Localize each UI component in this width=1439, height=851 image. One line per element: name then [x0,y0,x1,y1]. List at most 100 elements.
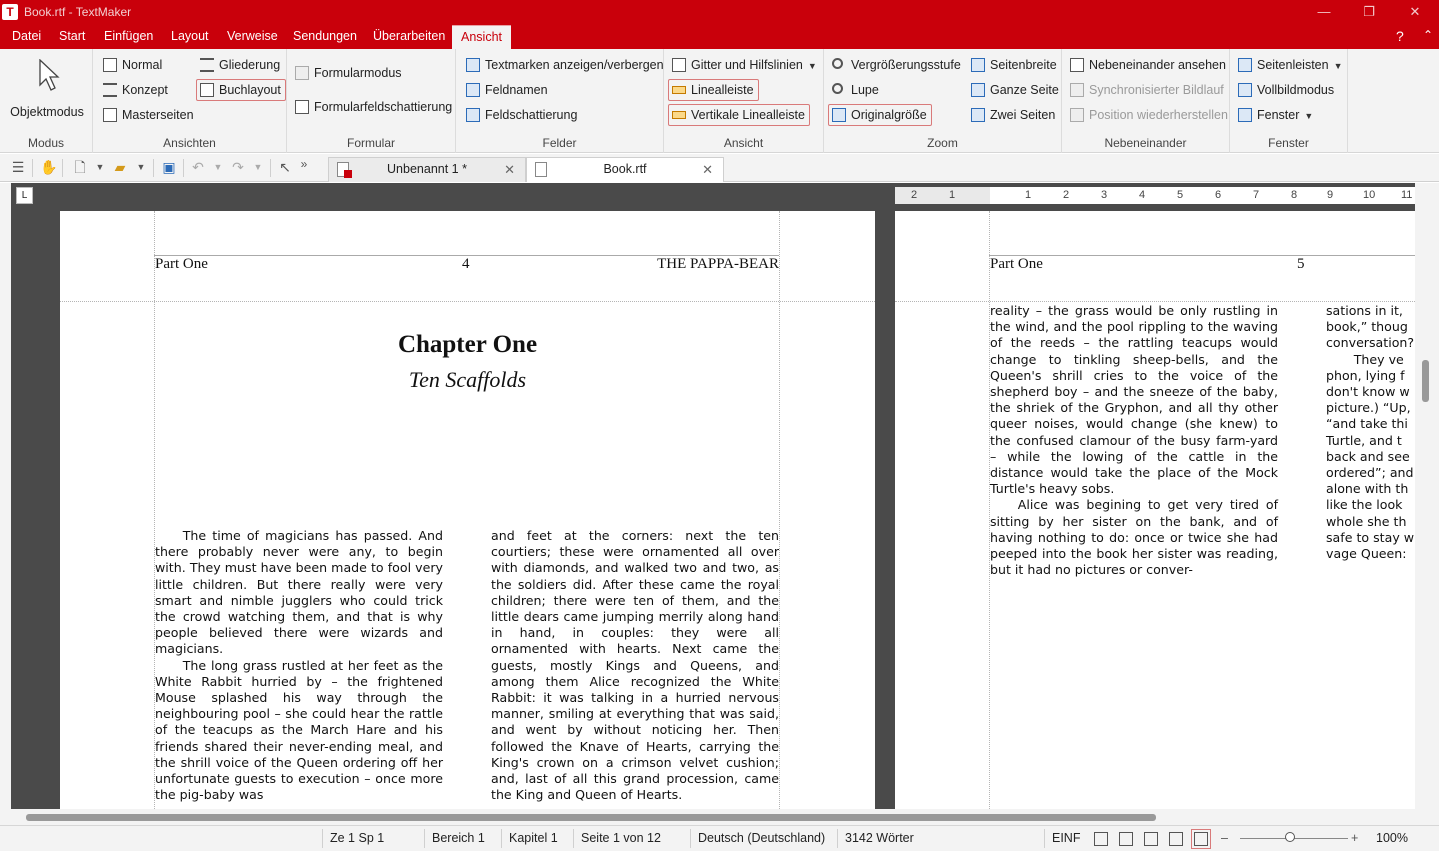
lupe-button[interactable]: Lupe [828,79,884,101]
page-left[interactable]: Part One 4 THE PAPPA-BEAR Chapter One Te… [60,211,875,809]
page-right[interactable]: Part One 5 reality – the grass would be … [895,211,1415,809]
horizontal-ruler[interactable]: 2 1 1 2 3 4 5 6 7 8 9 10 11 [895,187,1415,204]
vollbildmodus-button[interactable]: Vollbildmodus [1234,79,1339,101]
feldschattierung-button[interactable]: Feldschattierung [462,104,582,126]
tab-ansicht[interactable]: Ansicht [452,25,511,49]
tab-ueberarbeiten[interactable]: Überarbeiten [367,25,451,49]
tab-stop-selector[interactable]: L [16,187,33,204]
close-icon[interactable]: ✕ [702,158,713,181]
ruler-number: 6 [1215,189,1222,201]
text-line: don't know w [1326,384,1410,400]
zwei-seiten-button[interactable]: Zwei Seiten [967,104,1060,126]
doc-tab-name: Unbenannt 1 * [387,162,467,176]
tab-einfuegen[interactable]: Einfügen [98,25,159,49]
select-arrow-icon[interactable]: ↖ [277,159,293,175]
fenster-button[interactable]: Fenster ▼ [1234,104,1318,126]
close-button[interactable]: ✕ [1392,0,1438,25]
view-outline-icon[interactable] [1169,832,1183,846]
paragraph: The time of magicians has passed. And th… [155,528,443,657]
group-felder: Textmarken anzeigen/verbergen Feldnamen … [456,49,664,153]
synchronisierter-bildlauf-button[interactable]: Synchronisierter Bildlauf [1066,79,1229,101]
originalgroesse-button[interactable]: Originalgröße [828,104,932,126]
help-icon[interactable]: ? [1396,28,1404,44]
close-icon[interactable]: ✕ [504,158,515,181]
seitenbreite-button[interactable]: Seitenbreite [967,54,1062,76]
zoom-level[interactable]: 100% [1376,831,1408,845]
ruler-number: 1 [949,189,956,201]
hand-icon[interactable]: ✋ [40,159,57,175]
horizontal-scrollbar[interactable] [0,809,1439,825]
tab-sendungen[interactable]: Sendungen [287,25,363,49]
konzept-button[interactable]: Konzept [99,79,173,101]
chevron-down-icon[interactable]: ▼ [133,159,149,175]
text-column-2[interactable]: sations in it, book,” thoug conversation? T… [1326,303,1415,562]
ganze-seite-button[interactable]: Ganze Seite [967,79,1064,101]
vertikale-linealleiste-button[interactable]: Vertikale Linealleiste [668,104,810,126]
document-area[interactable]: L 2 1 1 2 3 4 5 6 7 8 9 10 11 Part One 4… [0,183,1439,809]
header-right: THE PAPPA-BEAR [657,256,779,272]
zoom-out-button[interactable]: – [1221,831,1228,845]
status-sprache[interactable]: Deutsch (Deutschland) [698,831,825,845]
title-bar: T Book.rtf - TextMaker — ❐ ✕ [0,0,1439,25]
scrollbar-thumb[interactable] [1422,360,1429,402]
group-label-felder: Felder [542,136,577,150]
gliederung-button[interactable]: Gliederung [196,54,285,76]
text-column-2[interactable]: and feet at the corners: next the ten co… [491,528,779,803]
minimize-button[interactable]: — [1301,0,1347,25]
doc-tab-book[interactable]: Book.rtf ✕ [526,157,724,182]
maximize-button[interactable]: ❐ [1346,0,1392,25]
masterseiten-button[interactable]: Masterseiten [99,104,199,126]
objektmodus-button[interactable]: Objektmodus [6,57,88,121]
view-master-icon[interactable] [1144,832,1158,846]
view-normal-icon[interactable] [1094,832,1108,846]
undo-icon[interactable]: ↶ [190,159,206,175]
status-kapitel: Kapitel 1 [509,831,558,845]
nebeneinander-ansehen-button[interactable]: Nebeneinander ansehen [1066,54,1231,76]
feldnamen-button[interactable]: Feldnamen [462,79,553,101]
group-label-formular: Formular [346,136,395,150]
text-column-1[interactable]: The time of magicians has passed. And th… [155,528,443,803]
doc-tab-name: Book.rtf [603,162,647,176]
vertical-scrollbar[interactable] [1421,205,1429,765]
view-book-icon[interactable] [1191,829,1211,849]
menu-lines-icon[interactable]: ☰ [10,159,26,175]
position-wiederherstellen-button[interactable]: Position wiederherstellen [1066,104,1233,126]
status-woerter: 3142 Wörter [845,831,914,845]
open-folder-icon[interactable]: ▰ [112,159,128,175]
tab-start[interactable]: Start [53,25,91,49]
zoom-slider-handle[interactable] [1285,832,1295,842]
vergroesserungsstufe-button[interactable]: Vergrößerungsstufe [828,54,966,76]
zoom-in-button[interactable]: + [1351,831,1358,845]
overflow-icon[interactable]: » [296,156,312,172]
sync-scroll-icon [1070,83,1084,97]
status-position[interactable]: Ze 1 Sp 1 [330,831,384,845]
status-insert-mode[interactable]: EINF [1052,831,1080,845]
chevron-down-icon[interactable]: ▼ [210,159,226,175]
view-draft-icon[interactable] [1119,832,1133,846]
seitenleisten-button[interactable]: Seitenleisten ▼ [1234,54,1348,76]
doc-tab-unbenannt[interactable]: Unbenannt 1 * ✕ [328,157,526,182]
chevron-down-icon[interactable]: ▼ [250,159,266,175]
new-document-icon[interactable]: 🗋 [72,159,88,175]
linealleiste-button[interactable]: Linealleiste [668,79,759,101]
master-page-icon [103,108,117,122]
group-zoom: Vergrößerungsstufe Lupe Originalgröße Se… [824,49,1062,153]
collapse-ribbon-icon[interactable]: ⌃ [1423,28,1433,42]
tab-datei[interactable]: Datei [6,25,47,49]
gitter-hilfslinien-button[interactable]: Gitter und Hilfslinien ▼ [668,54,822,76]
normal-button[interactable]: Normal [99,54,167,76]
text-column-1[interactable]: reality – the grass would be only rustli… [990,303,1278,578]
textmarken-button[interactable]: Textmarken anzeigen/verbergen [462,54,669,76]
scrollbar-thumb[interactable] [26,814,1156,821]
buchlayout-button[interactable]: Buchlayout [196,79,286,101]
save-icon[interactable]: ▣ [161,159,177,175]
tab-verweise[interactable]: Verweise [221,25,284,49]
chevron-down-icon[interactable]: ▼ [92,159,108,175]
formularfeldschattierung-button[interactable]: Formularfeldschattierung [291,96,457,118]
toolbar-divider [270,159,271,177]
formularmodus-button[interactable]: Formularmodus [291,62,407,84]
tab-layout[interactable]: Layout [165,25,215,49]
original-size-icon [832,108,846,122]
redo-icon[interactable]: ↷ [230,159,246,175]
group-ansichten: Normal Konzept Masterseiten Gliederung B… [93,49,287,153]
